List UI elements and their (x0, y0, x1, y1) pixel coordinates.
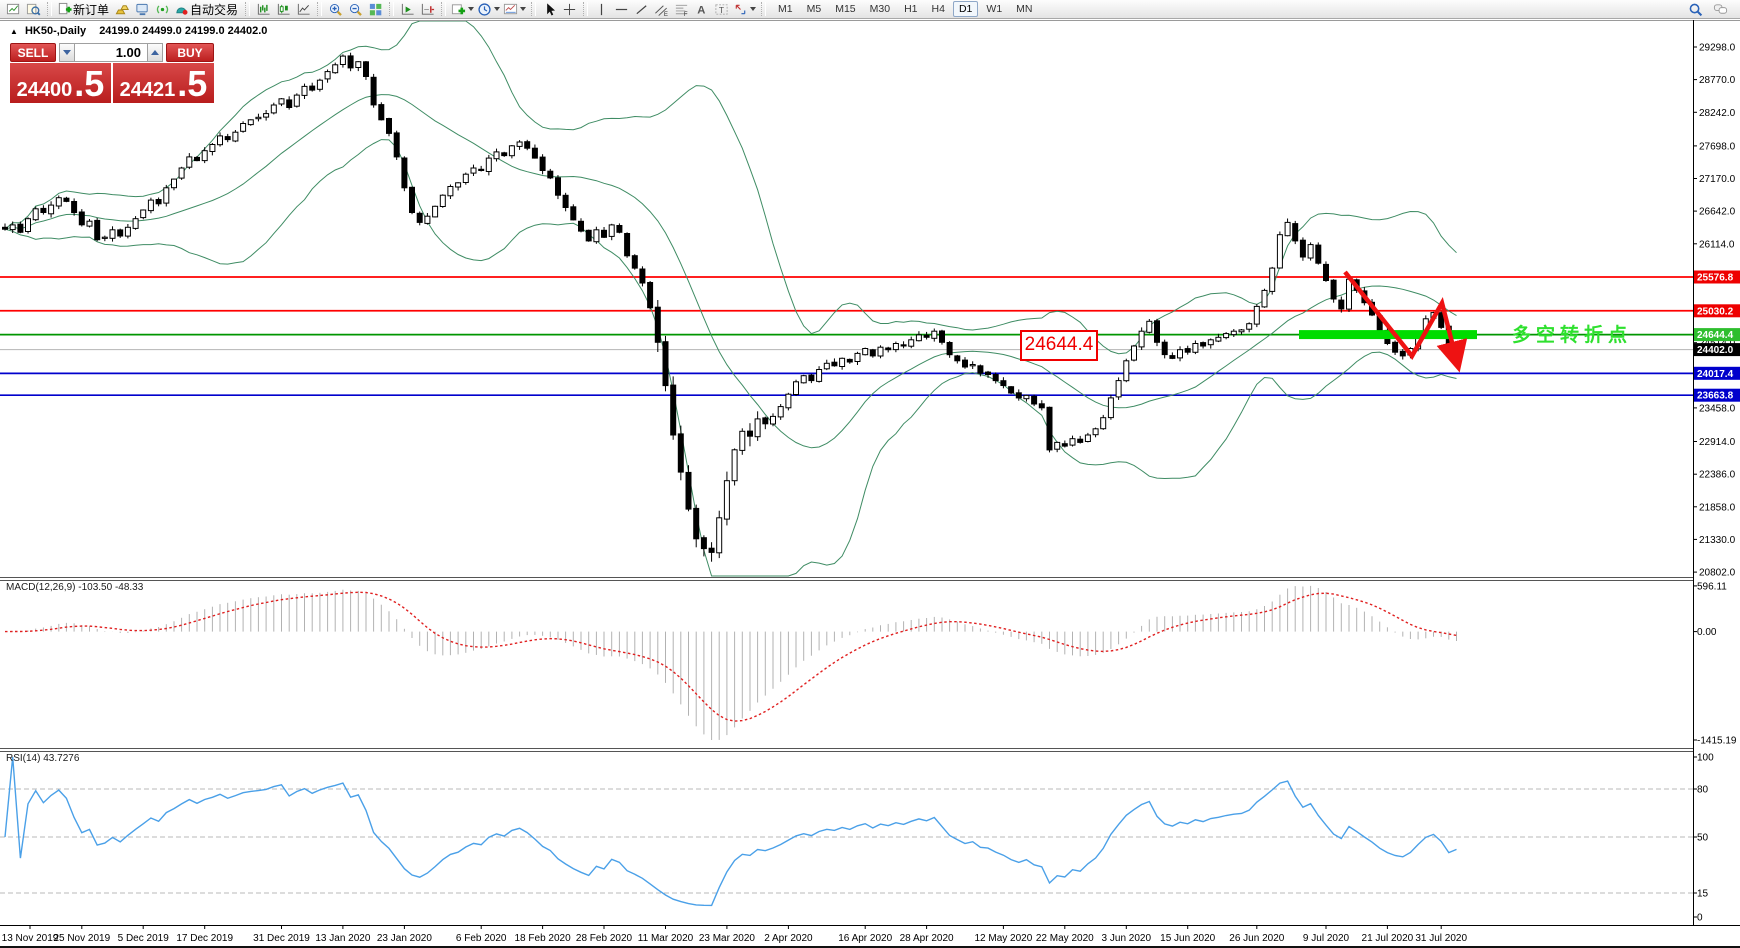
down-triangle-icon (63, 50, 71, 55)
buy-price-main: 24421 (120, 70, 176, 103)
date-tick-label: 13 Jan 2020 (315, 933, 370, 944)
date-tick-label: 31 Dec 2019 (253, 933, 310, 944)
price-tick-label: 29298.0 (1699, 43, 1736, 54)
price-tick-label: 26642.0 (1699, 207, 1736, 218)
price-tick-label: 23458.0 (1699, 403, 1736, 414)
price-tick-label: 28242.0 (1699, 108, 1736, 119)
date-tick-label: 22 May 2020 (1036, 933, 1094, 944)
price-callout-box[interactable]: 24644.4 (1020, 330, 1098, 361)
date-tick-label: 31 Jul 2020 (1415, 933, 1467, 944)
date-tick-label: 2 Apr 2020 (764, 933, 813, 944)
rsi-tick-label: 100 (1697, 753, 1714, 764)
sell-button[interactable]: SELL (10, 43, 56, 62)
rsi-tick-label: 80 (1697, 785, 1709, 796)
chart-canvas[interactable]: 29298.0 28770.0 28242.0 27698.0 27170.0 26642… (0, 0, 1740, 948)
macd-indicator-label: MACD(12,26,9) -103.50 -48.33 (6, 582, 143, 593)
date-tick-label: 16 Apr 2020 (838, 933, 892, 944)
ohlc-values: 24199.0 24499.0 24199.0 24402.0 (99, 25, 267, 37)
price-tick-label: 27698.0 (1699, 141, 1736, 152)
date-tick-label: 17 Dec 2019 (176, 933, 233, 944)
rsi-tick-label: 0 (1697, 913, 1703, 924)
volume-increase-button[interactable] (147, 43, 163, 62)
date-tick-label: 28 Feb 2020 (576, 933, 633, 944)
support-line-2-price-label: 23663.8 (1697, 391, 1734, 402)
sell-price-main: 24400 (17, 70, 73, 103)
buy-button[interactable]: BUY (166, 43, 214, 62)
date-tick-label: 18 Feb 2020 (515, 933, 572, 944)
chart-background (0, 19, 1740, 948)
price-tick-label: 20802.0 (1699, 568, 1736, 579)
pivot-line-price-label: 24644.4 (1697, 330, 1734, 341)
up-triangle-icon (151, 50, 159, 55)
price-tick-label: 22914.0 (1699, 437, 1736, 448)
date-tick-label: 11 Mar 2020 (638, 933, 694, 944)
chart-title: ▲ HK50-,Daily 24199.0 24499.0 24199.0 24… (10, 25, 267, 37)
sell-price[interactable]: 24400 .5 (10, 63, 111, 103)
date-tick-label: 6 Feb 2020 (456, 933, 507, 944)
price-tick-label: 21330.0 (1699, 535, 1736, 546)
mt4-window: 新订单自动交易EFATM1M5M15M30H1H4D1W1MN 29298.02… (0, 0, 1740, 948)
collapse-triangle-icon[interactable]: ▲ (10, 27, 18, 36)
volume-input[interactable] (75, 43, 147, 62)
buy-price[interactable]: 24421 .5 (113, 63, 214, 103)
date-tick-label: 15 Jun 2020 (1160, 933, 1215, 944)
macd-tick-label: -1415.19 (1697, 736, 1737, 747)
price-tick-label: 28770.0 (1699, 75, 1736, 86)
sell-price-big-digit: .5 (74, 63, 104, 103)
one-click-trading-panel: SELL BUY 24400 .5 24421 .5 (10, 43, 214, 103)
buy-price-big-digit: .5 (177, 63, 207, 103)
price-tick-label: 21858.0 (1699, 502, 1736, 513)
price-tick-label: 22386.0 (1699, 470, 1736, 481)
note-annotation[interactable]: 多空转折点 (1512, 320, 1632, 347)
price-scale[interactable]: 29298.0 28770.0 28242.0 27698.0 27170.0 26642… (1693, 20, 1740, 925)
price-tick-label: 26114.0 (1699, 239, 1735, 250)
date-tick-label: 25 Nov 2019 (53, 933, 110, 944)
resistance-line-1-price-label: 25576.8 (1697, 273, 1734, 284)
resistance-line-2-price-label: 25030.2 (1697, 306, 1734, 317)
date-tick-label: 12 May 2020 (974, 933, 1032, 944)
current-price-label: 24402.0 (1697, 345, 1734, 356)
date-tick-label: 23 Mar 2020 (699, 933, 756, 944)
date-tick-label: 9 Jul 2020 (1303, 933, 1350, 944)
volume-stepper (59, 43, 163, 62)
macd-tick-label: 0.00 (1697, 627, 1717, 638)
support-line-1-price-label: 24017.4 (1697, 369, 1734, 380)
symbol-period-label: HK50-,Daily (25, 25, 86, 37)
date-tick-label: 5 Dec 2019 (118, 933, 170, 944)
date-tick-label: 23 Jan 2020 (377, 933, 432, 944)
date-tick-label: 26 Jun 2020 (1229, 933, 1284, 944)
rsi-tick-label: 50 (1697, 833, 1709, 844)
macd-tick-label: 596.11 (1697, 581, 1727, 592)
date-tick-label: 3 Jun 2020 (1102, 933, 1152, 944)
date-tick-label: 28 Apr 2020 (900, 933, 954, 944)
volume-decrease-button[interactable] (59, 43, 75, 62)
date-tick-label: 13 Nov 2019 (2, 933, 59, 944)
date-tick-label: 21 Jul 2020 (1362, 933, 1414, 944)
rsi-indicator-label: RSI(14) 43.7276 (6, 753, 79, 764)
rsi-tick-label: 15 (1697, 889, 1709, 900)
price-tick-label: 27170.0 (1699, 174, 1736, 185)
